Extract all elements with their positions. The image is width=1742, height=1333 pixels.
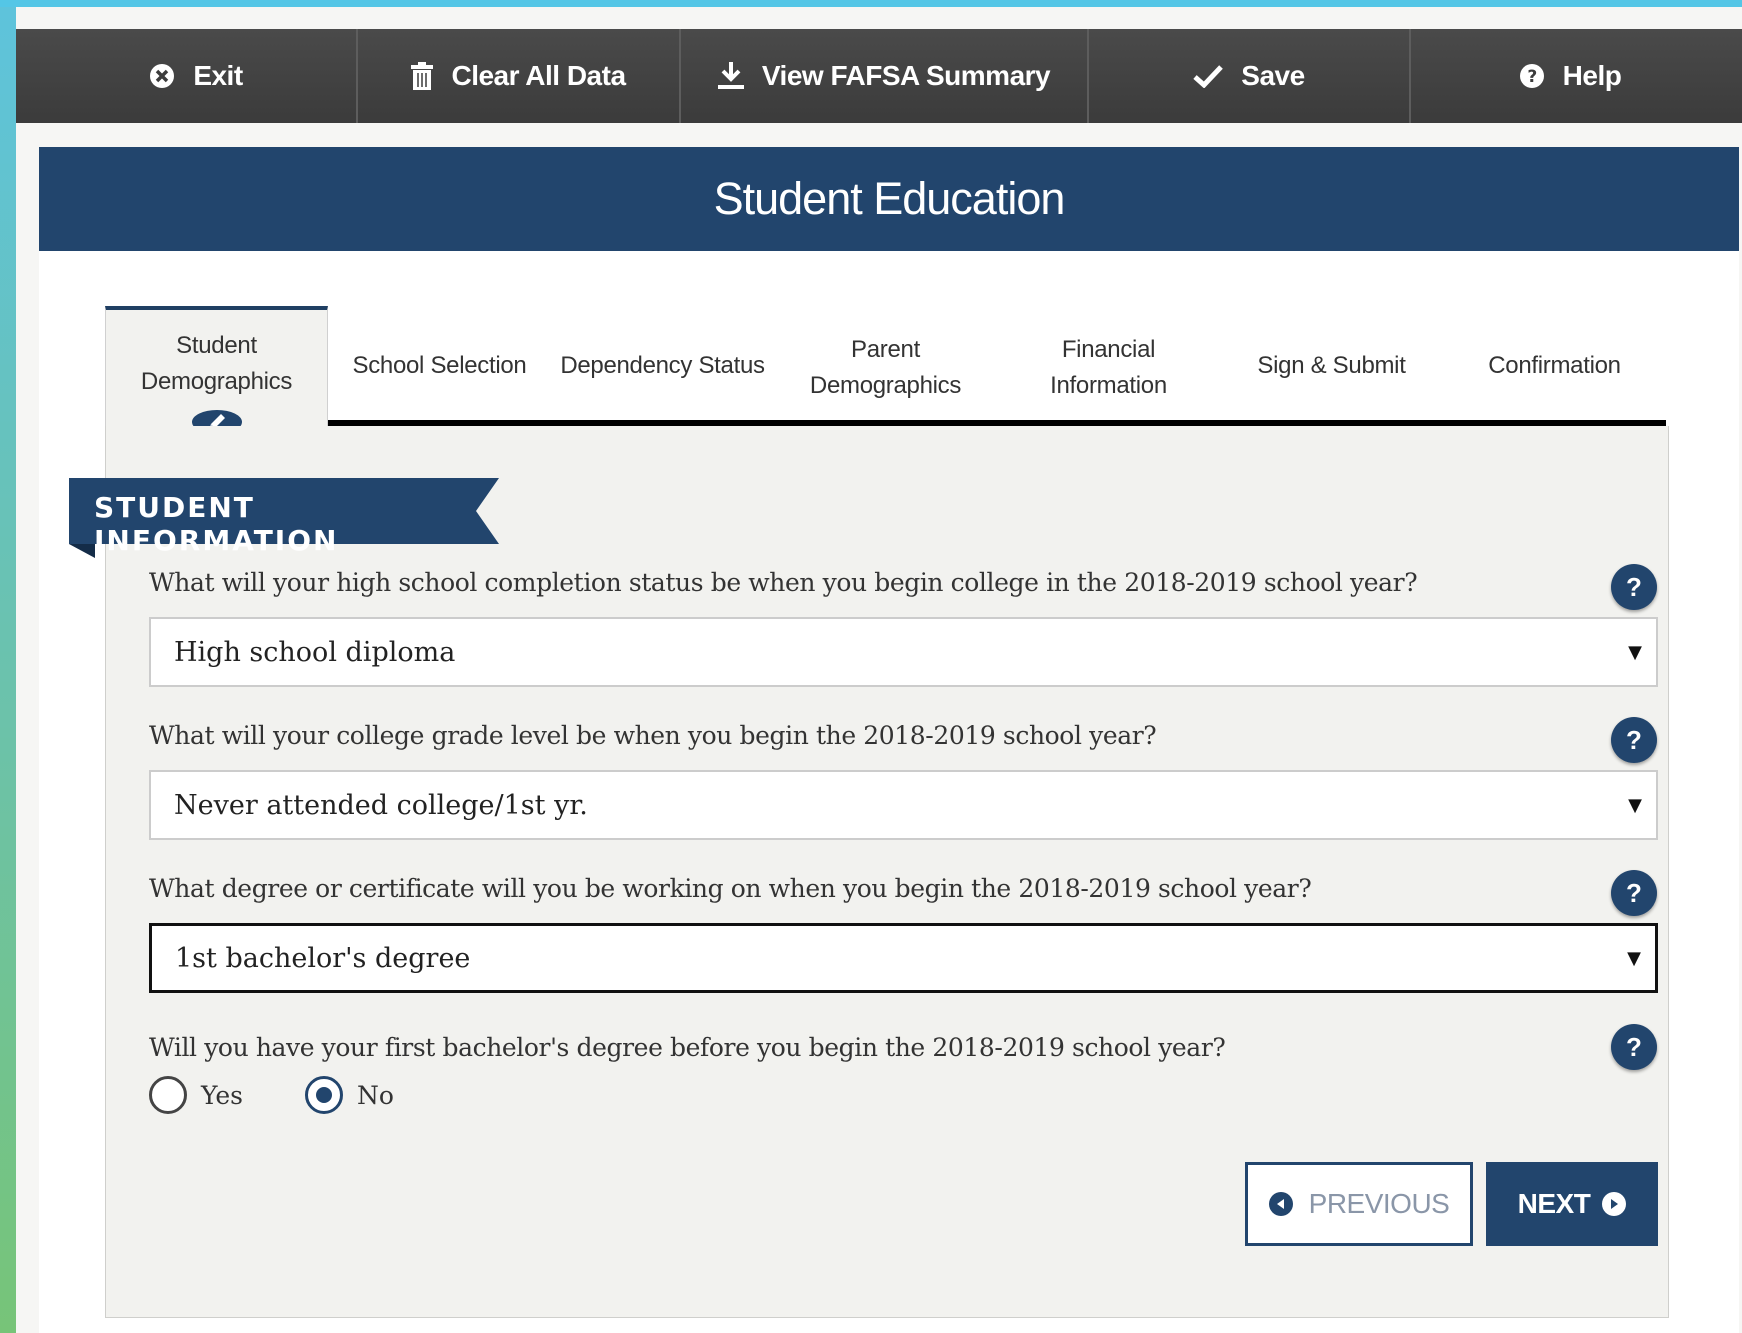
view-fafsa-summary-button[interactable]: View FAFSA Summary	[679, 29, 1087, 123]
previous-button[interactable]: PREVIOUS	[1245, 1162, 1473, 1246]
download-icon	[717, 62, 744, 90]
grade-level-select[interactable]: Never attended college/1st yr. ▼	[149, 770, 1658, 840]
caret-down-icon: ▼	[1628, 641, 1642, 663]
question-degree: What degree or certificate will you be w…	[149, 874, 1312, 903]
tab-label: Financial	[1061, 336, 1156, 363]
exit-label: Exit	[193, 60, 243, 91]
help-label: Help	[1562, 60, 1622, 91]
help-icon[interactable]: ?	[1611, 870, 1657, 916]
tab-financial-information[interactable]: Financial Information	[997, 306, 1220, 426]
tab-student-demographics[interactable]: Student Demographics	[105, 306, 328, 434]
radio-no-label: No	[356, 1080, 394, 1110]
tab-label: School Selection	[352, 352, 527, 379]
exit-button[interactable]: Exit	[36, 29, 356, 123]
tab-label: Parent	[851, 336, 920, 363]
next-button[interactable]: NEXT	[1486, 1162, 1658, 1246]
tab-school-selection[interactable]: School Selection	[328, 306, 551, 426]
tab-label: Confirmation	[1488, 352, 1621, 379]
hs-completion-select[interactable]: High school diploma ▼	[149, 617, 1658, 687]
section-header: STUDENT INFORMATION	[69, 478, 499, 558]
help-button[interactable]: ? Help	[1409, 29, 1729, 123]
radio-yes-label: Yes	[201, 1080, 243, 1110]
question-circle-icon: ?	[1519, 63, 1545, 89]
progress-tabs: Student Demographics School Selection De…	[105, 306, 1669, 434]
first-bachelors-radio-group: Yes No	[149, 1076, 394, 1114]
trash-icon	[411, 62, 434, 90]
arrow-left-circle-icon	[1268, 1192, 1293, 1216]
save-button[interactable]: Save	[1087, 29, 1409, 123]
question-first-bachelors: Will you have your first bachelor's degr…	[149, 1033, 1226, 1062]
page-title: Student Education	[39, 147, 1739, 251]
help-icon[interactable]: ?	[1611, 564, 1657, 610]
clear-all-data-button[interactable]: Clear All Data	[356, 29, 679, 123]
arrow-right-circle-icon	[1602, 1192, 1627, 1216]
caret-down-icon: ▼	[1627, 947, 1641, 969]
tab-label: Demographics	[809, 372, 962, 399]
section-title: STUDENT INFORMATION	[94, 491, 339, 557]
question-grade-level: What will your college grade level be wh…	[149, 721, 1157, 750]
tab-label: Sign & Submit	[1257, 352, 1406, 379]
caret-down-icon: ▼	[1628, 794, 1642, 816]
tab-dependency-status[interactable]: Dependency Status	[551, 306, 774, 426]
previous-label: PREVIOUS	[1308, 1188, 1450, 1219]
view-fafsa-summary-label: View FAFSA Summary	[761, 60, 1051, 91]
radio-yes[interactable]	[149, 1076, 187, 1114]
tab-label: Demographics	[140, 368, 293, 395]
radio-no[interactable]	[304, 1076, 343, 1114]
top-accent-strip	[0, 0, 1742, 7]
select-value: 1st bachelor's degree	[175, 942, 471, 974]
toolbar: Exit Clear All Data View FAFSA Summary S…	[16, 29, 1742, 123]
clear-all-data-label: Clear All Data	[451, 60, 626, 91]
degree-select[interactable]: 1st bachelor's degree ▼	[149, 923, 1658, 993]
tab-label: Dependency Status	[560, 352, 765, 379]
select-value: High school diploma	[174, 636, 456, 668]
help-icon[interactable]: ?	[1611, 1024, 1657, 1070]
tab-label: Information	[1050, 372, 1167, 399]
save-label: Save	[1241, 60, 1305, 91]
next-label: NEXT	[1517, 1188, 1591, 1219]
select-value: Never attended college/1st yr.	[174, 789, 588, 821]
tab-sign-and-submit[interactable]: Sign & Submit	[1220, 306, 1443, 426]
svg-text:?: ?	[1527, 67, 1536, 87]
tab-parent-demographics[interactable]: Parent Demographics	[774, 306, 997, 426]
exit-icon	[149, 63, 175, 89]
app-window: Exit Clear All Data View FAFSA Summary S…	[16, 7, 1742, 1333]
tab-label: Student	[176, 332, 257, 359]
question-hs-completion: What will your high school completion st…	[149, 568, 1418, 597]
tab-confirmation[interactable]: Confirmation	[1443, 306, 1666, 426]
checkmark-icon	[1193, 64, 1224, 88]
help-icon[interactable]: ?	[1611, 717, 1657, 763]
